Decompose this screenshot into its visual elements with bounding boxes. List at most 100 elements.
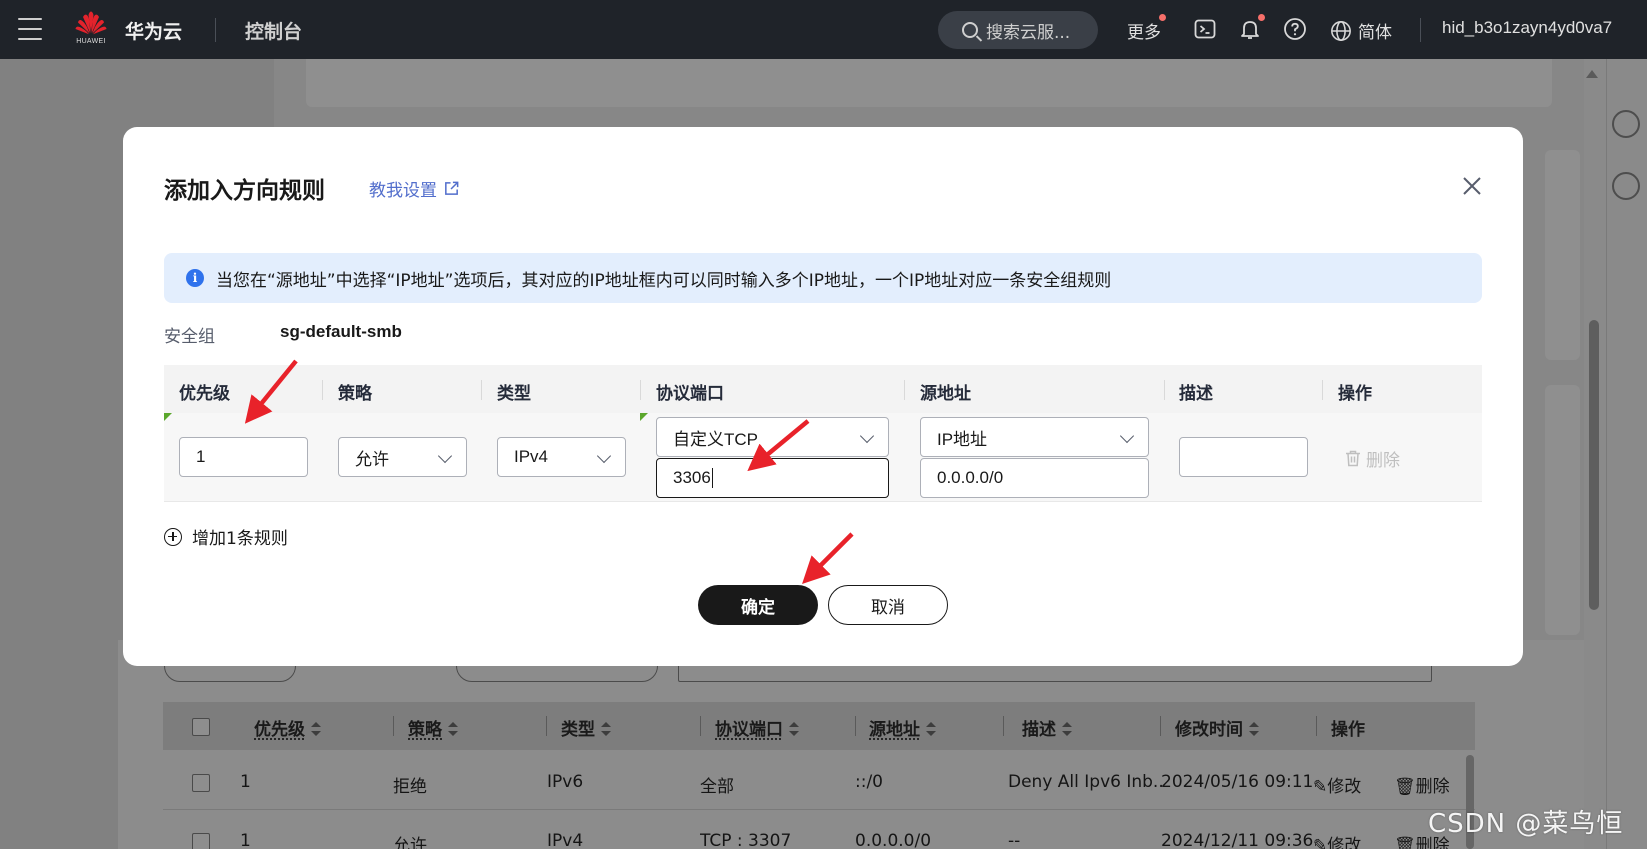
policy-value: 允许 (355, 445, 389, 470)
col-sep (546, 716, 547, 736)
rail-help-icon[interactable] (1612, 110, 1640, 138)
source-address-input[interactable]: 0.0.0.0/0 (920, 458, 1149, 498)
confirm-button[interactable]: 确定 (698, 585, 818, 625)
col-source: 源地址 (920, 379, 971, 404)
chevron-down-icon (860, 429, 874, 443)
protocol-select[interactable]: 自定义TCP (656, 417, 889, 457)
cell-desc: -- (1008, 831, 1163, 849)
col-actions: 操作 (1338, 379, 1372, 404)
info-icon: i (186, 269, 204, 287)
menu-icon[interactable] (18, 18, 42, 40)
cancel-button[interactable]: 取消 (828, 585, 948, 625)
chevron-down-icon (1120, 429, 1134, 443)
cell-priority: 1 (240, 831, 251, 849)
search-placeholder: 搜索云服... (986, 18, 1070, 43)
col-sep (481, 380, 482, 400)
cell-type: IPv4 (547, 831, 583, 849)
info-banner: i 当您在“源地址”中选择“IP地址”选项后，其对应的IP地址框内可以同时输入多… (164, 253, 1482, 303)
nav-divider (1420, 18, 1421, 42)
edit-link: ✎修改 (1313, 831, 1361, 849)
col-sep (1316, 716, 1317, 736)
huawei-petals-icon (75, 11, 107, 35)
col-sep (904, 380, 905, 400)
bg-col-source: 源地址 (869, 715, 936, 740)
cell-port: TCP : 3307 (700, 831, 791, 849)
col-sep (1322, 380, 1323, 400)
global-search[interactable]: 搜索云服... (938, 11, 1098, 49)
search-icon (962, 22, 978, 38)
port-input[interactable]: 3306 (656, 458, 889, 498)
cell-port: 全部 (700, 772, 734, 797)
add-rule-button[interactable]: 增加1条规则 (164, 524, 288, 549)
background-card (1545, 385, 1580, 635)
more-badge-dot (1159, 14, 1166, 21)
port-value: 3306 (673, 468, 711, 488)
page-scrollbar[interactable] (1589, 320, 1599, 610)
help-link-label: 教我设置 (369, 176, 437, 201)
bg-col-actions: 操作 (1331, 715, 1365, 740)
cell-source: ::/0 (855, 772, 883, 792)
help-icon[interactable] (1283, 17, 1307, 41)
chevron-down-icon (597, 449, 611, 463)
chevron-down-icon (438, 449, 452, 463)
priority-input[interactable]: 1 (179, 437, 308, 477)
row-checkbox (192, 833, 210, 849)
bg-col-desc: 描述 (1022, 715, 1072, 740)
col-sep (640, 380, 641, 400)
background-summary-card (306, 59, 1552, 107)
close-icon[interactable] (1458, 172, 1486, 200)
console-link[interactable]: 控制台 (245, 17, 302, 44)
cell-policy: 拒绝 (393, 772, 427, 797)
source-address-value: 0.0.0.0/0 (937, 468, 1003, 488)
globe-icon (1330, 20, 1352, 42)
plus-circle-icon (164, 528, 182, 546)
background-card (1545, 150, 1580, 360)
col-sep (393, 716, 394, 736)
col-sep (1003, 716, 1004, 736)
delete-label: 删除 (1366, 446, 1400, 471)
type-select[interactable]: IPv4 (497, 437, 626, 477)
top-navbar: HUAWEI 华为云 控制台 搜索云服... 更多 简体 hid_b3o1zay… (0, 0, 1647, 59)
cell-desc: Deny All Ipv6 Inb... (1008, 772, 1163, 792)
delete-rule-button[interactable]: 删除 (1345, 446, 1400, 471)
huawei-logo[interactable]: HUAWEI (72, 11, 110, 49)
col-sep (700, 716, 701, 736)
rule-table: 优先级 策略 类型 协议端口 源地址 描述 操作 1 允许 IPv4 自定义TC… (164, 365, 1482, 502)
delete-link: 🗑删除 (1394, 772, 1450, 797)
add-rule-label: 增加1条规则 (192, 524, 288, 549)
source-type-value: IP地址 (937, 425, 987, 450)
add-inbound-rule-dialog: 添加入方向规则 教我设置 i 当您在“源地址”中选择“IP地址”选项后，其对应的… (123, 127, 1523, 666)
modified-marker (640, 413, 648, 421)
col-protocol-port: 协议端口 (656, 379, 724, 404)
rail-feedback-icon[interactable] (1612, 172, 1640, 200)
edit-link: ✎修改 (1313, 772, 1361, 797)
background-table-header (163, 702, 1475, 750)
col-sep (322, 380, 323, 400)
language-switch[interactable]: 简体 (1330, 18, 1392, 43)
cloud-shell-icon[interactable] (1193, 17, 1217, 41)
text-caret (712, 468, 713, 488)
col-type: 类型 (497, 379, 531, 404)
brand-name[interactable]: 华为云 (125, 17, 182, 44)
external-link-icon (443, 180, 460, 197)
col-policy: 策略 (338, 379, 372, 404)
bg-col-type: 类型 (561, 715, 611, 740)
bell-icon[interactable] (1238, 17, 1262, 41)
notification-badge-dot (1258, 14, 1265, 21)
user-account[interactable]: hid_b3o1zayn4yd0va7 (1442, 18, 1612, 38)
logo-text: HUAWEI (72, 38, 110, 45)
help-setup-link[interactable]: 教我设置 (369, 176, 460, 201)
source-type-select[interactable]: IP地址 (920, 417, 1149, 457)
language-label: 简体 (1358, 18, 1392, 43)
select-all-checkbox (192, 718, 210, 736)
dialog-title: 添加入方向规则 (164, 171, 325, 205)
watermark: CSDN @菜鸟恒 (1428, 803, 1623, 840)
type-value: IPv4 (514, 447, 548, 467)
description-input[interactable] (1179, 437, 1308, 477)
bg-col-policy: 策略 (408, 715, 458, 740)
policy-select[interactable]: 允许 (338, 437, 467, 477)
more-menu[interactable]: 更多 (1127, 18, 1161, 43)
cell-source: 0.0.0.0/0 (855, 831, 931, 849)
modified-marker (164, 413, 172, 421)
scroll-up-arrow-icon[interactable] (1586, 70, 1598, 78)
